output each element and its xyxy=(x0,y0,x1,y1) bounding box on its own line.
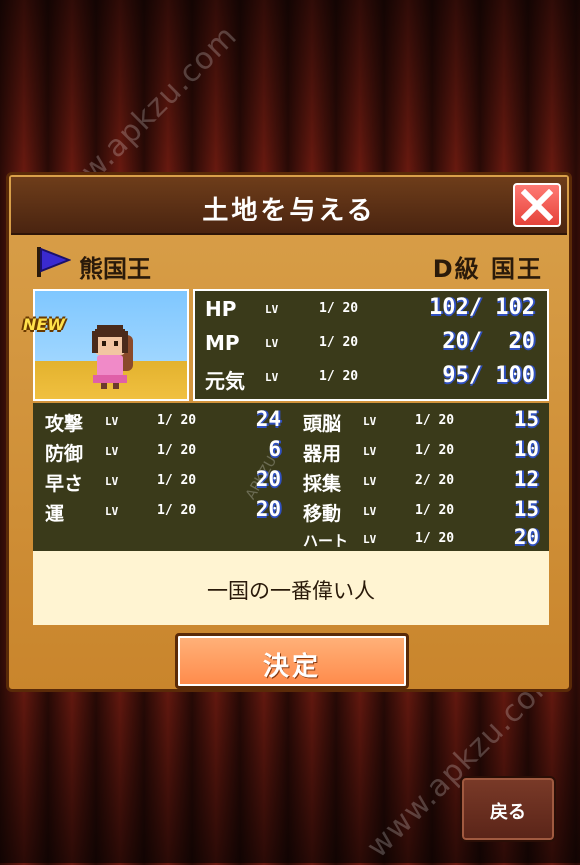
stat-row-gathering: 採集 LV 2/ 20 12 xyxy=(291,467,549,497)
stat-value: 20/ 20 xyxy=(442,329,535,354)
lv-tag: LV xyxy=(265,371,279,384)
stat-row-hp: HP LV 1/ 20 102/ 102 xyxy=(195,293,547,327)
lv-tag: LV xyxy=(105,505,119,518)
main-stats-panel: HP LV 1/ 20 102/ 102 MP LV 1/ 20 20/ 20 … xyxy=(193,289,549,401)
stat-row-energy: 元気 LV 1/ 20 95/ 100 xyxy=(195,361,547,395)
new-badge: NEW xyxy=(23,315,65,334)
stat-label: 採集 xyxy=(303,473,342,495)
lv-tag: LV xyxy=(363,415,377,428)
stat-label: 運 xyxy=(45,503,65,525)
stat-level: 1/ 20 xyxy=(157,503,197,518)
character-sprite xyxy=(92,325,133,389)
lv-tag: LV xyxy=(105,475,119,488)
stat-value: 15 xyxy=(513,407,539,431)
lv-tag: LV xyxy=(363,475,377,488)
character-name: 熊国王 xyxy=(79,255,151,283)
lv-tag: LV xyxy=(265,303,279,316)
close-button[interactable] xyxy=(513,183,561,227)
stat-label: 頭脳 xyxy=(303,413,342,435)
stat-label: MP xyxy=(205,331,240,355)
lv-tag: LV xyxy=(363,505,377,518)
stat-level: 1/ 20 xyxy=(415,443,455,458)
stat-value: 95/ 100 xyxy=(442,363,535,388)
stat-value: 20 xyxy=(255,497,281,521)
lv-tag: LV xyxy=(105,445,119,458)
lv-tag: LV xyxy=(363,533,377,546)
stat-value: 24 xyxy=(255,407,281,431)
stat-row-defense: 防御 LV 1/ 20 6 xyxy=(33,437,291,467)
stat-row-intellect: 頭脳 LV 1/ 20 15 xyxy=(291,407,549,437)
character-header: 熊国王 D級 国王 xyxy=(35,245,543,283)
stat-row-luck: 運 LV 1/ 20 20 xyxy=(33,497,291,527)
stat-value: 12 xyxy=(513,467,539,491)
lv-tag: LV xyxy=(265,337,279,350)
stat-level: 1/ 20 xyxy=(157,413,197,428)
stat-label: HP xyxy=(205,297,237,321)
sub-stats-panel: 攻撃 LV 1/ 20 24 防御 LV 1/ 20 6 早さ LV 1/ 20… xyxy=(33,403,549,551)
description-text: 一国の一番偉い人 xyxy=(207,579,375,603)
stat-level: 1/ 20 xyxy=(319,301,359,316)
stat-level: 1/ 20 xyxy=(415,413,455,428)
stat-level: 1/ 20 xyxy=(319,369,359,384)
stat-level: 1/ 20 xyxy=(157,443,197,458)
stat-level: 2/ 20 xyxy=(415,473,455,488)
close-x-icon xyxy=(521,189,553,221)
stat-value: 102/ 102 xyxy=(429,295,535,320)
stat-label: 防御 xyxy=(45,443,84,465)
stat-row-dexterity: 器用 LV 1/ 20 10 xyxy=(291,437,549,467)
stat-row-movement: 移動 LV 1/ 20 15 xyxy=(291,497,549,527)
back-button-label: 戻る xyxy=(490,802,526,823)
stat-level: 1/ 20 xyxy=(319,335,359,350)
dialog-title-bar: 土地を与える xyxy=(11,177,567,235)
stat-label: 器用 xyxy=(303,443,342,465)
stat-row-attack: 攻撃 LV 1/ 20 24 xyxy=(33,407,291,437)
flag-icon xyxy=(37,247,71,277)
stat-label: 移動 xyxy=(303,503,342,525)
stat-label: 攻撃 xyxy=(45,413,84,435)
character-portrait xyxy=(33,289,189,401)
confirm-button[interactable]: 決定 xyxy=(175,633,409,689)
confirm-button-label: 決定 xyxy=(262,652,321,682)
stat-value: 15 xyxy=(513,497,539,521)
character-rank: D級 国王 xyxy=(432,255,543,283)
stat-label: ハート xyxy=(303,532,349,550)
stat-value: 20 xyxy=(513,525,539,549)
stat-row-mp: MP LV 1/ 20 20/ 20 xyxy=(195,327,547,361)
stat-level: 1/ 20 xyxy=(415,503,455,518)
back-button[interactable]: 戻る xyxy=(460,776,556,842)
description-box: 一国の一番偉い人 xyxy=(33,551,549,625)
lv-tag: LV xyxy=(105,415,119,428)
stat-label: 早さ xyxy=(45,473,84,495)
stat-level: 1/ 20 xyxy=(415,531,455,546)
dialog-title: 土地を与える xyxy=(202,196,376,226)
stat-value: 10 xyxy=(513,437,539,461)
give-land-dialog: 土地を与える 熊国王 D級 国王 NEW HP LV 1/ 20 102/ 10… xyxy=(6,172,572,692)
stat-level: 1/ 20 xyxy=(157,473,197,488)
stat-label: 元気 xyxy=(205,369,245,393)
lv-tag: LV xyxy=(363,445,377,458)
